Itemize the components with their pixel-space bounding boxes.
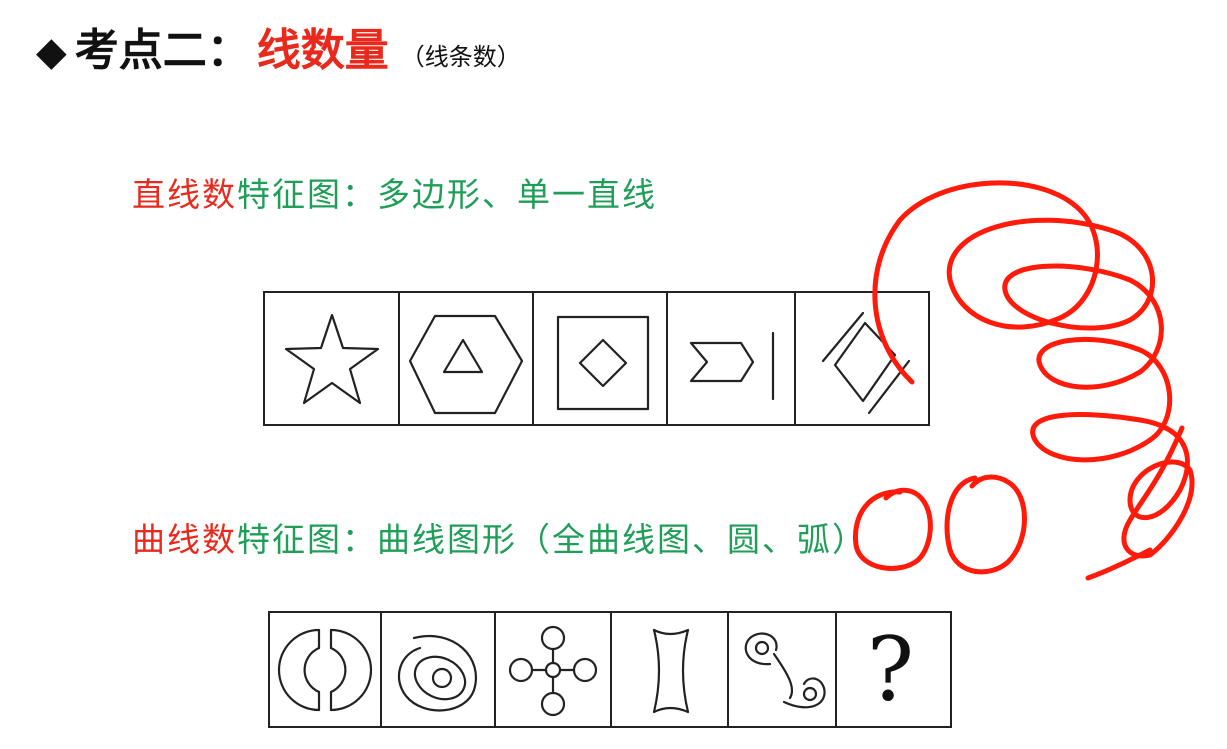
figure-cell bbox=[534, 293, 668, 424]
split-circle-icon bbox=[277, 628, 373, 711]
flower-circles-icon bbox=[508, 625, 598, 716]
arrow-line-icon bbox=[689, 331, 775, 400]
figure-cell bbox=[612, 613, 729, 726]
figure-cell bbox=[265, 293, 400, 424]
figure-cell: ? bbox=[837, 613, 944, 726]
title-note: （线条数） bbox=[400, 43, 521, 71]
curve-figure-strip: ? bbox=[268, 611, 952, 728]
annotation-circle-hu bbox=[944, 474, 1027, 575]
straight-label-red: 直线数 bbox=[132, 175, 237, 214]
concave-shape-icon bbox=[652, 628, 689, 713]
hexagon-triangle-icon bbox=[408, 314, 524, 414]
figure-cell bbox=[400, 293, 534, 424]
figure-cell bbox=[668, 293, 796, 424]
spiral-rings-icon bbox=[397, 634, 477, 711]
curve-label-green: 特征图：曲线图形（全曲线图、圆、弧） bbox=[237, 520, 867, 559]
diamond-lines-icon bbox=[821, 311, 911, 414]
title-prefix: 考点二： bbox=[74, 25, 251, 76]
straight-line-heading: 直线数特征图：多边形、单一直线 bbox=[132, 168, 657, 216]
curve-label-red: 曲线数 bbox=[132, 520, 237, 559]
title-highlight: 线数量 bbox=[256, 25, 389, 76]
star-icon bbox=[284, 313, 379, 404]
diamond-bullet-icon: ◆ bbox=[36, 29, 67, 75]
figure-cell bbox=[496, 613, 612, 726]
straight-figure-strip bbox=[263, 291, 930, 426]
figure-cell bbox=[270, 613, 382, 726]
figure-cell bbox=[729, 613, 837, 726]
question-mark: ? bbox=[866, 617, 915, 721]
slide-title: ◆ 考点二： 线数量 （线条数） bbox=[36, 14, 521, 78]
swirl-circles-icon bbox=[744, 632, 826, 708]
square-diamond-icon bbox=[556, 315, 650, 410]
annotation-tail bbox=[1085, 547, 1153, 581]
curve-line-heading: 曲线数特征图：曲线图形（全曲线图、圆、弧） bbox=[132, 513, 867, 561]
figure-cell bbox=[382, 613, 496, 726]
figure-cell bbox=[796, 293, 928, 424]
straight-label-green: 特征图：多边形、单一直线 bbox=[237, 175, 657, 214]
